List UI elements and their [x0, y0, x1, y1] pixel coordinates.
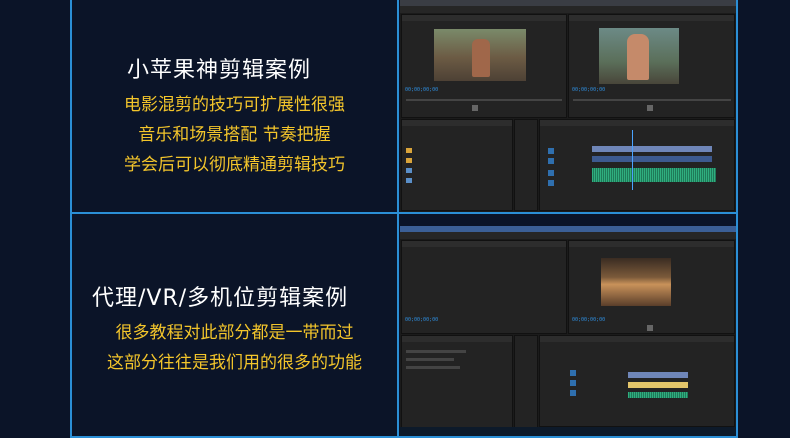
program-video-frame: [601, 258, 671, 306]
menu-bar: [400, 6, 736, 13]
play-button-program[interactable]: [647, 105, 653, 111]
play-button[interactable]: [472, 105, 478, 111]
timeline-panel: [539, 119, 735, 211]
folder-icon: [406, 148, 412, 153]
play-button-program[interactable]: [647, 325, 653, 331]
playhead[interactable]: [632, 130, 633, 190]
program-monitor-panel: 00;00;00;00: [568, 240, 735, 334]
section-2-text: 代理/VR/多机位剪辑案例 很多教程对此部分都是一带而过 这部分往往是我们用的很…: [72, 214, 397, 436]
editor-screenshot-1: 00;00;00;00 00;00;00;00: [400, 0, 736, 212]
section-1-text: 小苹果神剪辑案例 电影混剪的技巧可扩展性很强 音乐和场景搭配 节奏把握 学会后可…: [72, 0, 397, 212]
section-1-line-1: 电影混剪的技巧可扩展性很强: [124, 95, 345, 115]
section-1-title: 小苹果神剪辑案例: [127, 58, 312, 83]
effect-controls-panel: [401, 335, 513, 435]
program-monitor-panel: 00;00;00;00: [568, 14, 735, 118]
timeline-panel: [539, 335, 735, 427]
section-1-line-3: 学会后可以彻底精通剪辑技巧: [124, 155, 345, 175]
video-track-clip[interactable]: [592, 146, 712, 152]
tools-panel: [514, 119, 538, 211]
clip-icon: [406, 168, 412, 173]
audio-waveform[interactable]: [592, 168, 716, 182]
section-2-line-2: 这部分往往是我们用的很多的功能: [107, 353, 362, 373]
taskbar: [400, 427, 736, 436]
nested-sequence-clip[interactable]: [628, 382, 688, 388]
source-monitor-panel: 00;00;00;00: [401, 240, 567, 334]
source-video-frame: [434, 29, 526, 81]
tools-panel: [514, 335, 538, 435]
source-monitor-panel: 00;00;00;00: [401, 14, 567, 118]
column-divider: [397, 0, 399, 438]
video-track-clip[interactable]: [592, 156, 712, 162]
clip-icon: [406, 178, 412, 183]
audio-waveform[interactable]: [628, 392, 688, 398]
section-2-title: 代理/VR/多机位剪辑案例: [92, 286, 349, 311]
editor-screenshot-2: 00;00;00;00 00;00;00;00: [400, 226, 736, 436]
menu-bar: [400, 232, 736, 239]
video-track-clip[interactable]: [628, 372, 688, 378]
project-panel: [401, 119, 513, 211]
program-video-frame: [599, 28, 679, 84]
section-2-line-1: 很多教程对此部分都是一带而过: [115, 323, 354, 343]
folder-icon: [406, 158, 412, 163]
section-1-line-2: 音乐和场景搭配 节奏把握: [138, 125, 331, 145]
